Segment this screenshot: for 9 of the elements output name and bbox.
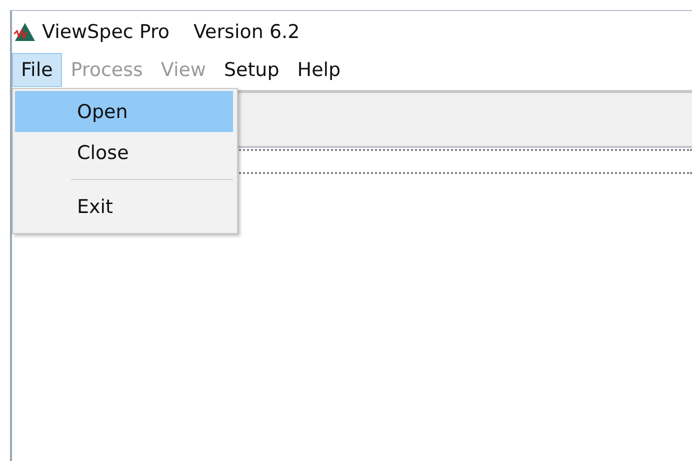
version-label: Version 6.2 (194, 21, 300, 43)
menu-item[interactable]: Setup (214, 53, 288, 87)
menu-item[interactable]: File (12, 53, 62, 87)
menu-option[interactable]: Close (15, 132, 233, 173)
window-title: ViewSpec Pro (42, 21, 170, 43)
app-logo-icon (14, 22, 36, 42)
menu-option[interactable]: Open (15, 91, 233, 132)
menu-option[interactable]: Exit (15, 186, 233, 227)
menu-item[interactable]: Help (288, 53, 350, 87)
